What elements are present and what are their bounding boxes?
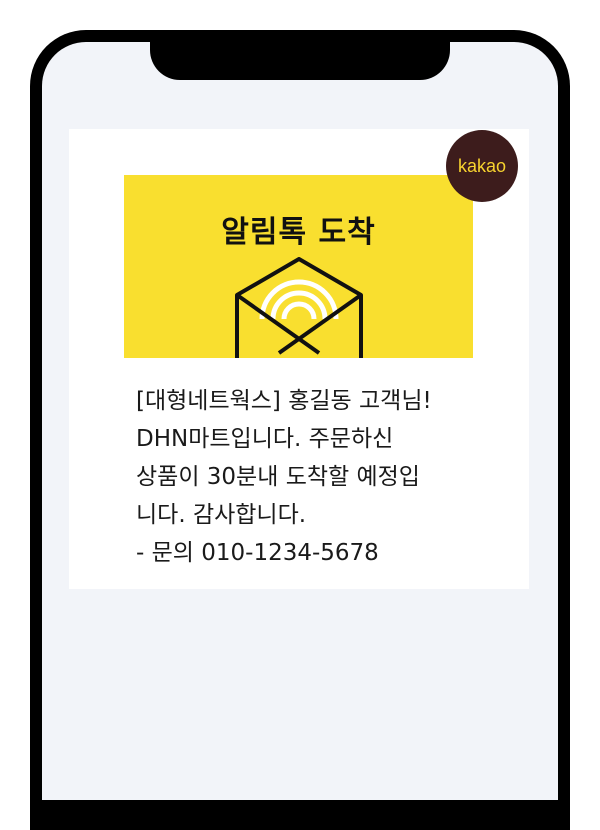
message-line: 상품이 30분내 도착할 예정입	[136, 464, 420, 490]
alimtalk-banner: 알림톡 도착	[124, 175, 473, 358]
phone-notch	[150, 30, 450, 80]
kakao-logo-badge: kakao	[446, 130, 518, 202]
message-line: 니다. 감사합니다.	[136, 502, 307, 528]
message-line: - 문의 010-1234-5678	[136, 540, 379, 566]
banner-title: 알림톡 도착	[221, 215, 376, 250]
message-line: [대형네트웍스] 홍길동 고객님!	[136, 388, 432, 414]
message-line: DHN마트입니다. 주문하신	[136, 426, 394, 452]
envelope-signal-icon	[235, 257, 363, 358]
message-body: [대형네트웍스] 홍길동 고객님! DHN마트입니다. 주문하신 상품이 30분…	[136, 382, 496, 572]
